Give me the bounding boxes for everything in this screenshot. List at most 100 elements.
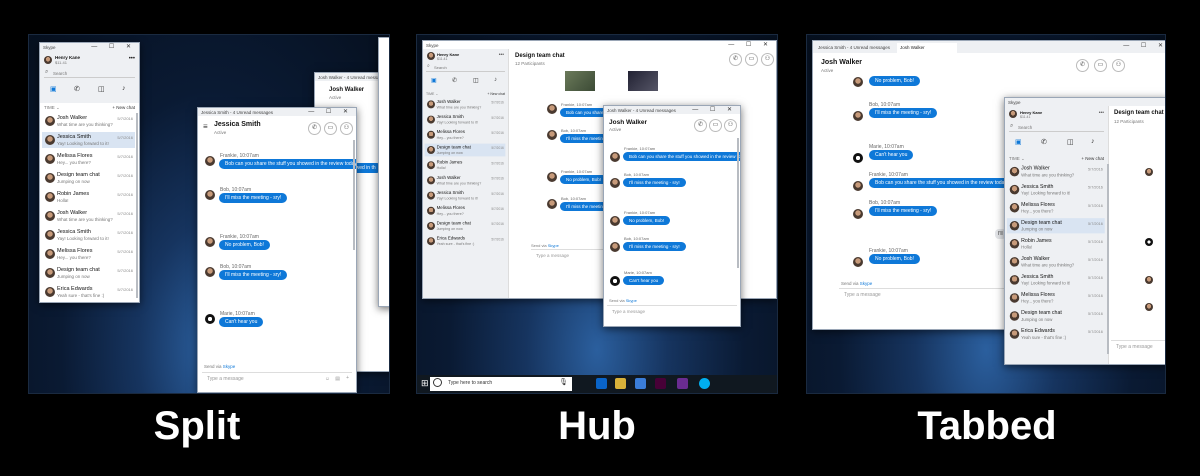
shared-photo[interactable] [628, 71, 658, 91]
list-item[interactable]: Design team chat Jumping on now 5/7/2016 [425, 220, 506, 233]
video-button[interactable]: ▭ [324, 122, 337, 135]
chat-icon[interactable]: ▣ [1015, 138, 1022, 146]
list-item[interactable]: Josh Walker What time are you thinking? 5/… [425, 174, 506, 187]
tab-jessica[interactable]: Jessica Smith - 4 Unread messages [815, 43, 895, 53]
sort-label[interactable]: TIME ⌄ [44, 105, 60, 111]
window-controls[interactable]: — ☐ ✕ [308, 108, 353, 115]
call-button[interactable]: ✆ [729, 53, 742, 66]
plus-icon[interactable]: + [346, 375, 349, 381]
contacts-icon[interactable]: ◫ [473, 77, 479, 84]
list-item[interactable]: Melissa Flores Hey... you there? 5/7/2016 [425, 204, 506, 217]
chat-window[interactable]: Jessica Smith - 4 Unread messages — ☐ ✕ ≡… [197, 107, 357, 393]
photoshop-icon[interactable] [677, 378, 688, 389]
contact-list-window[interactable]: Skype — ☐ ✕ Henry Kane $11.41 ••• Search ⌕… [39, 42, 140, 303]
list-item[interactable]: Jessica Smith Yay! Looking forward to it!… [42, 227, 135, 243]
store-icon[interactable] [635, 378, 646, 389]
list-item[interactable]: Design team chat Jumping on now 5/7/2016 [1007, 308, 1105, 323]
new-chat-button[interactable]: + New chat [112, 105, 135, 110]
profile-avatar[interactable] [44, 56, 52, 64]
list-item[interactable]: Robin James Holla! 5/7/2016 [42, 189, 135, 205]
scrollbar[interactable] [353, 140, 355, 250]
list-item[interactable]: Melissa Flores Hey... you there? 5/7/2016 [425, 128, 506, 141]
list-item[interactable]: Josh Walker What time are you thinking? 5/… [1007, 164, 1105, 179]
search-input[interactable]: Search ⌕ [44, 69, 135, 78]
xd-icon[interactable] [655, 378, 666, 389]
popup-chat-window[interactable]: Josh Walker - 4 Unread messages — ☐ ✕ Jos… [603, 105, 741, 327]
image-icon[interactable]: ▤ [335, 376, 340, 382]
outlook-icon[interactable] [596, 378, 607, 389]
list-item[interactable]: Melissa Flores Hey... you there? 5/7/2016 [42, 151, 135, 167]
list-item[interactable]: Josh Walker What time are you thinking? 5/… [42, 208, 135, 224]
list-item[interactable]: Jessica Smith Yay! Looking forward to it!… [425, 113, 506, 126]
video-button[interactable]: ▭ [1094, 59, 1107, 72]
list-item[interactable]: Design team chat Jumping on now 5/7/2016 [42, 170, 135, 186]
add-people-button[interactable]: ⚇ [724, 119, 737, 132]
list-item[interactable]: Josh Walker What time are you thinking? 5/… [1007, 254, 1105, 269]
contacts-icon[interactable]: ◫ [98, 85, 105, 93]
folder-icon[interactable] [615, 378, 626, 389]
message-input[interactable]: Type a message [1111, 340, 1165, 356]
list-item[interactable]: Jessica Smith Yay! Looking forward to it!… [1007, 272, 1105, 287]
message-input[interactable]: Type a message [531, 249, 606, 263]
notifications-icon[interactable]: ♪ [1091, 138, 1095, 145]
call-icon[interactable]: ✆ [74, 85, 80, 93]
message-input[interactable]: Type a message ☺ ▤ + [202, 372, 352, 388]
list-item[interactable]: Melissa Flores Hey... you there? 5/7/2016 [1007, 290, 1105, 305]
more-menu-button[interactable]: ••• [1099, 110, 1104, 116]
notifications-icon[interactable]: ♪ [494, 77, 497, 83]
window-controls[interactable]: — ☐ ✕ [1123, 42, 1165, 49]
contacts-icon[interactable]: ◫ [1067, 138, 1074, 146]
message-input[interactable]: Type a message [607, 305, 737, 319]
scrollbar[interactable] [136, 113, 138, 298]
add-people-button[interactable]: ⚇ [340, 122, 353, 135]
chat-icon[interactable]: ▣ [50, 85, 57, 93]
send-via-link[interactable]: Skype [223, 364, 236, 369]
chat-icon[interactable]: ▣ [431, 77, 437, 84]
sort-label[interactable]: TIME ⌄ [426, 92, 438, 96]
list-item[interactable]: Jessica Smith Yay! Looking forward to it!… [425, 189, 506, 202]
list-item[interactable]: Melissa Flores Hey... you there? 5/7/2016 [1007, 200, 1105, 215]
shared-photo[interactable] [565, 71, 595, 91]
notifications-icon[interactable]: ♪ [122, 85, 126, 92]
list-item[interactable]: Design team chat Jumping on now 5/7/2016 [424, 143, 506, 157]
new-chat-button[interactable]: + New chat [1081, 156, 1104, 161]
profile-avatar[interactable] [1009, 110, 1017, 118]
window-controls[interactable]: — ☐ ✕ [91, 43, 136, 50]
list-item[interactable]: Design team chat Jumping on now 5/7/2016 [1006, 218, 1105, 234]
more-menu-button[interactable]: ••• [129, 56, 135, 62]
skype-taskbar-icon[interactable] [699, 378, 710, 389]
window-controls[interactable]: — ☐ ✕ [728, 41, 773, 48]
list-item[interactable]: Erica Edwards Yeah sure - that's fine :) 5… [425, 235, 506, 248]
search-input[interactable]: Search ⌕ [426, 63, 505, 72]
send-via-link[interactable]: Skype [626, 298, 637, 303]
sort-label[interactable]: TIME ⌄ [1009, 156, 1025, 162]
inner-hub-window[interactable]: Skype Henry Kane $11.41 ••• Search ⌕ ▣ ✆ … [1004, 97, 1165, 365]
send-via-link[interactable]: Skype [860, 281, 873, 286]
more-menu-button[interactable]: ••• [499, 52, 504, 58]
list-item[interactable]: Robin James Holla! 5/7/2016 [425, 159, 506, 172]
list-item[interactable]: Jessica Smith Yay! Looking forward to it!… [1007, 182, 1105, 197]
taskbar-search-box[interactable]: Type here to search 🎙 [430, 377, 572, 391]
send-via-link[interactable]: Skype [548, 243, 559, 248]
message-input[interactable]: Type a message [839, 288, 1011, 304]
call-icon[interactable]: ✆ [1041, 138, 1047, 146]
list-item[interactable]: Jessica Smith Yay! Looking forward to it!… [42, 132, 135, 148]
list-item[interactable]: Josh Walker What time are you thinking? 5/… [42, 113, 135, 129]
call-icon[interactable]: ✆ [452, 77, 457, 84]
call-button[interactable]: ✆ [1076, 59, 1089, 72]
video-button[interactable]: ▭ [745, 53, 758, 66]
start-icon[interactable]: ⊞ [421, 378, 429, 389]
scrollbar[interactable] [737, 138, 739, 268]
video-button[interactable]: ▭ [709, 119, 722, 132]
hamburger-icon[interactable]: ≡ [203, 122, 208, 131]
list-item[interactable]: Design team chat Jumping on now 5/7/2016 [42, 265, 135, 281]
search-input[interactable]: Search ⌕ [1009, 123, 1104, 132]
scrollbar[interactable] [1107, 164, 1109, 354]
window-controls[interactable]: — ☐ ✕ [692, 106, 737, 113]
tab-josh[interactable]: Josh Walker [897, 43, 957, 53]
profile-avatar[interactable] [427, 52, 435, 60]
call-button[interactable]: ✆ [308, 122, 321, 135]
list-item[interactable]: Josh Walker What time are you thinking? 5/… [425, 98, 506, 111]
list-item[interactable]: Melissa Flores Hey... you there? 5/7/2016 [42, 246, 135, 262]
list-item[interactable]: Erica Edwards Yeah sure - that's fine :) 5… [42, 284, 135, 300]
